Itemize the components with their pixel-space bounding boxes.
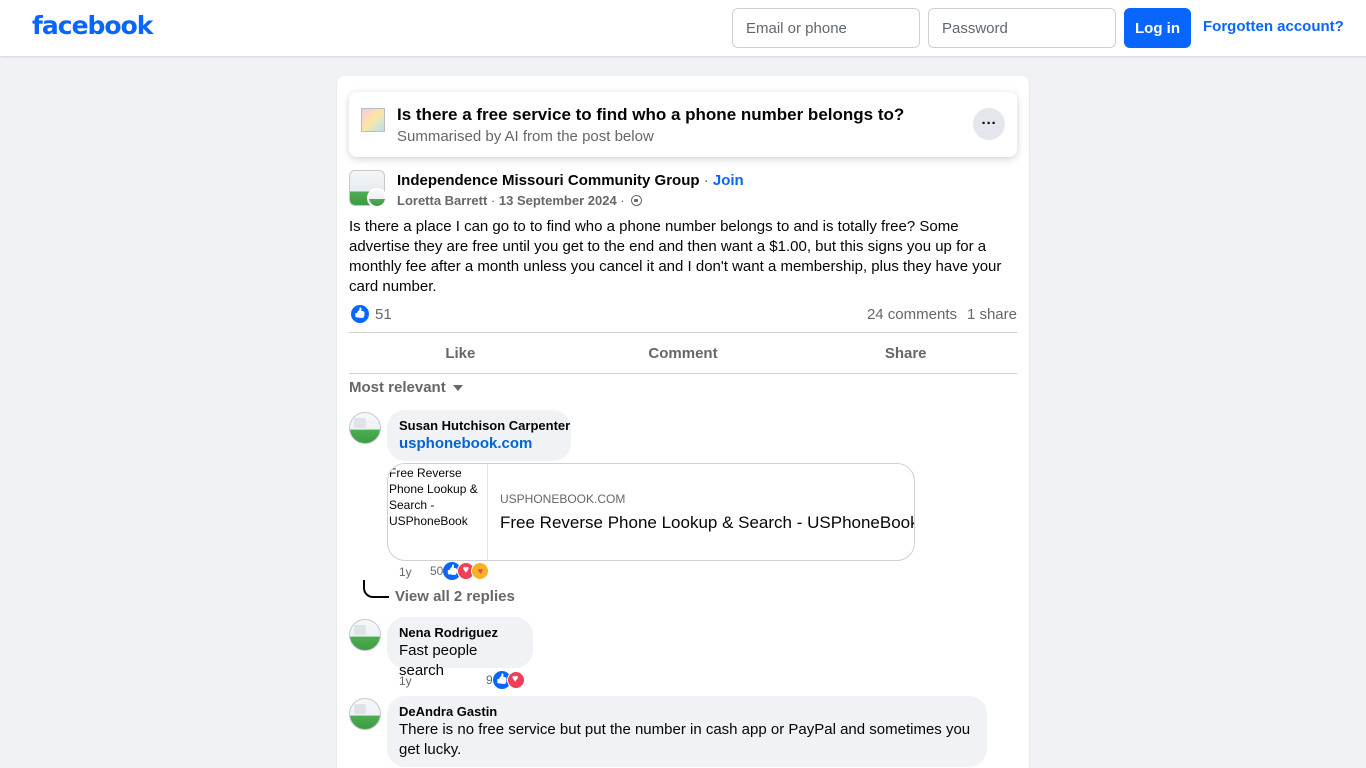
email-input[interactable]	[732, 8, 920, 48]
shares-count[interactable]: 1 share	[967, 306, 1017, 323]
summary-subtitle: Summarised by AI from the post below	[397, 128, 654, 145]
comment-reactions[interactable]: 50	[430, 562, 490, 580]
like-button[interactable]: Like	[349, 333, 572, 373]
action-bar: Like Comment Share	[349, 332, 1017, 374]
broken-image-icon	[361, 108, 385, 132]
separator-dot: ·	[620, 193, 625, 208]
forgotten-account-link[interactable]: Forgotten account?	[1203, 18, 1344, 35]
author-name-link[interactable]: Loretta Barrett	[397, 193, 487, 208]
caret-down-icon	[452, 385, 463, 391]
reactions-row: 51 24 comments 1 share	[349, 304, 1017, 326]
join-link[interactable]: Join	[713, 172, 744, 189]
password-input[interactable]	[928, 8, 1116, 48]
commenter-name[interactable]: DeAndra Gastin	[399, 704, 975, 720]
comments-count[interactable]: 24 comments	[867, 306, 957, 323]
post-meta: Loretta Barrett · 13 September 2024 ·	[397, 193, 643, 208]
share-button[interactable]: Share	[794, 333, 1017, 373]
comment-sort-dropdown[interactable]: Most relevant	[349, 379, 463, 396]
commenter-avatar[interactable]	[349, 412, 381, 444]
link-preview-card[interactable]: Free Reverse Phone Lookup & Search - USP…	[387, 463, 915, 561]
commenter-name[interactable]: Nena Rodriguez	[399, 625, 521, 641]
login-button[interactable]: Log in	[1124, 8, 1191, 48]
group-avatar[interactable]	[349, 170, 387, 208]
link-thumbnail-image: Free Reverse Phone Lookup & Search - USP…	[388, 464, 488, 560]
comment-text: There is no free service but put the num…	[399, 721, 971, 758]
comment-bubble: Nena Rodriguez Fast people search	[387, 617, 533, 679]
author-avatar[interactable]	[367, 188, 387, 208]
commenter-name[interactable]: Susan Hutchison Carpenter	[399, 418, 570, 434]
like-reaction-icon[interactable]	[351, 305, 369, 323]
comment-age[interactable]: 1y	[399, 565, 412, 579]
post-text: Is there a place I can go to to find who…	[349, 218, 1002, 295]
group-header: Independence Missouri Community Group · …	[397, 172, 744, 189]
summary-title: Is there a free service to find who a ph…	[397, 105, 905, 124]
reaction-count[interactable]: 51	[375, 306, 392, 323]
love-reaction-icon	[506, 671, 525, 689]
sort-label: Most relevant	[349, 379, 446, 396]
post-card: Is there a free service to find who a ph…	[337, 76, 1029, 768]
reply-thread-line	[363, 580, 389, 598]
facebook-logo[interactable]: facebook	[32, 11, 153, 40]
link-title: Free Reverse Phone Lookup & Search - USP…	[500, 513, 915, 532]
view-replies-link[interactable]: View all 2 replies	[395, 588, 515, 605]
separator-dot: ·	[490, 193, 496, 208]
commenter-avatar[interactable]	[349, 619, 381, 651]
group-name-link[interactable]: Independence Missouri Community Group	[397, 172, 700, 189]
comment-button[interactable]: Comment	[572, 333, 795, 373]
comment-reactions[interactable]: 9	[486, 671, 525, 689]
care-reaction-icon	[471, 562, 490, 580]
top-bar: facebook Log in Forgotten account?	[0, 0, 1366, 56]
comment-age[interactable]: 1y	[399, 674, 412, 688]
link-domain: USPHONEBOOK.COM	[500, 492, 626, 506]
ai-summary-box: Is there a free service to find who a ph…	[349, 92, 1017, 157]
commenter-avatar[interactable]	[349, 698, 381, 730]
more-options-button[interactable]: ···	[973, 108, 1005, 140]
comment-bubble: Susan Hutchison Carpenter usphonebook.co…	[387, 410, 571, 461]
post-date-link[interactable]: 13 September 2024	[499, 193, 617, 208]
globe-icon	[631, 195, 643, 206]
comment-link[interactable]: usphonebook.com	[399, 435, 532, 452]
comment-bubble: DeAndra Gastin There is no free service …	[387, 696, 987, 767]
separator-dot: ·	[703, 172, 709, 189]
comment-reaction-count: 50	[430, 564, 444, 578]
comment-reaction-count: 9	[486, 673, 493, 687]
